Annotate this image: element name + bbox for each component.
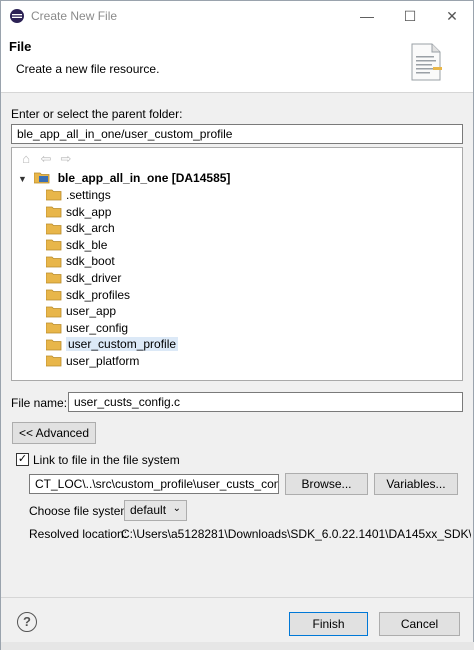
footer-separator [1, 597, 473, 598]
tree-folder-label: sdk_boot [66, 254, 115, 269]
advanced-toggle-button[interactable]: << Advanced [12, 422, 96, 444]
folder-tree[interactable]: ⌂ ⇦ ⇨ ▼ ble_app_all_in_one [DA14585] .sett… [11, 147, 463, 381]
tree-folder-label: sdk_arch [66, 221, 115, 236]
tree-folder-item[interactable]: user_custom_profile [46, 336, 179, 353]
chevron-down-icon: ⌄ [172, 503, 181, 514]
folder-icon [46, 306, 62, 317]
tree-folder-label: sdk_ble [66, 237, 108, 252]
finish-button[interactable]: Finish [289, 612, 368, 636]
tree-folder-item[interactable]: sdk_boot [46, 253, 115, 270]
file-name-label: File name: [11, 396, 68, 410]
link-file-label: Link to file in the file system [33, 453, 180, 467]
file-system-value: default [130, 503, 167, 517]
link-file-checkbox[interactable]: ✓ [16, 453, 29, 466]
eclipse-app-icon [10, 9, 24, 23]
title-bar: Create New File — ☐ ✕ [1, 1, 473, 31]
file-system-select[interactable]: default ⌄ [124, 500, 187, 521]
tree-folder-label: sdk_driver [66, 271, 122, 285]
tree-root-label: ble_app_all_in_one [DA14585] [57, 171, 231, 185]
tree-folder-label: user_config [66, 320, 129, 335]
tree-folder-item[interactable]: sdk_arch [46, 220, 115, 237]
forward-arrow-icon[interactable]: ⇨ [58, 152, 74, 166]
tree-root-item[interactable]: ▼ ble_app_all_in_one [DA14585] [18, 170, 230, 187]
file-system-label: Choose file system: [29, 504, 134, 518]
folder-icon [46, 322, 62, 334]
tree-folder-item[interactable]: user_app [46, 303, 116, 320]
parent-folder-label: Enter or select the parent folder: [11, 107, 183, 121]
wizard-description: Create a new file resource. [16, 62, 160, 76]
wizard-title: File [9, 39, 32, 54]
tree-folder-label: sdk_app [66, 204, 112, 219]
tree-folder-item[interactable]: .settings [46, 187, 111, 204]
browse-button[interactable]: Browse... [285, 473, 368, 495]
maximize-button[interactable]: ☐ [396, 5, 424, 27]
tree-toolbar: ⌂ ⇦ ⇨ [18, 152, 78, 168]
back-arrow-icon[interactable]: ⇦ [38, 152, 54, 166]
folder-icon [46, 339, 62, 351]
tree-folder-item[interactable]: sdk_app [46, 204, 111, 221]
tree-folder-item[interactable]: user_config [46, 320, 128, 337]
tree-folder-label: user_custom_profile [66, 337, 179, 352]
tree-folder-label: .settings [66, 188, 111, 202]
wizard-header: File Create a new file resource. [1, 31, 473, 93]
home-icon[interactable]: ⌂ [18, 152, 34, 166]
new-file-banner-icon [411, 43, 442, 81]
parent-folder-input[interactable]: ble_app_all_in_one/user_custom_profile [11, 124, 463, 144]
project-folder-icon [34, 172, 50, 184]
folder-icon [46, 239, 62, 251]
tree-folder-label: sdk_profiles [66, 287, 131, 302]
tree-folder-item[interactable]: sdk_ble [46, 237, 107, 254]
collapse-chevron-icon[interactable]: ▼ [18, 171, 28, 188]
close-button[interactable]: ✕ [438, 5, 466, 27]
variables-button[interactable]: Variables... [374, 473, 458, 495]
tree-folder-item[interactable]: sdk_driver [46, 270, 121, 287]
folder-icon [46, 189, 62, 201]
tree-folder-label: user_app [66, 304, 117, 319]
link-path-input[interactable]: CT_LOC\..\src\custom_profile\user_custs_… [29, 474, 279, 494]
resolved-location-label: Resolved location: [29, 527, 128, 541]
tree-folder-item[interactable]: sdk_profiles [46, 287, 130, 304]
folder-icon [46, 206, 62, 218]
tree-folder-label: user_platform [66, 354, 140, 368]
folder-icon [46, 272, 62, 284]
help-icon[interactable]: ? [17, 612, 37, 632]
minimize-button[interactable]: — [353, 5, 381, 27]
folder-icon [46, 256, 62, 268]
background-window-strip [1, 642, 474, 650]
folder-icon [46, 223, 62, 234]
create-new-file-dialog: Create New File — ☐ ✕ File Create a new … [0, 0, 474, 650]
window-title: Create New File [31, 9, 118, 23]
file-name-input[interactable]: user_custs_config.c [68, 392, 463, 412]
folder-icon [46, 355, 62, 367]
cancel-button[interactable]: Cancel [379, 612, 460, 636]
tree-folder-item[interactable]: user_platform [46, 353, 139, 370]
folder-icon [46, 289, 62, 301]
resolved-location-value: C:\Users\a5128281\Downloads\SDK_6.0.22.1… [121, 527, 471, 541]
